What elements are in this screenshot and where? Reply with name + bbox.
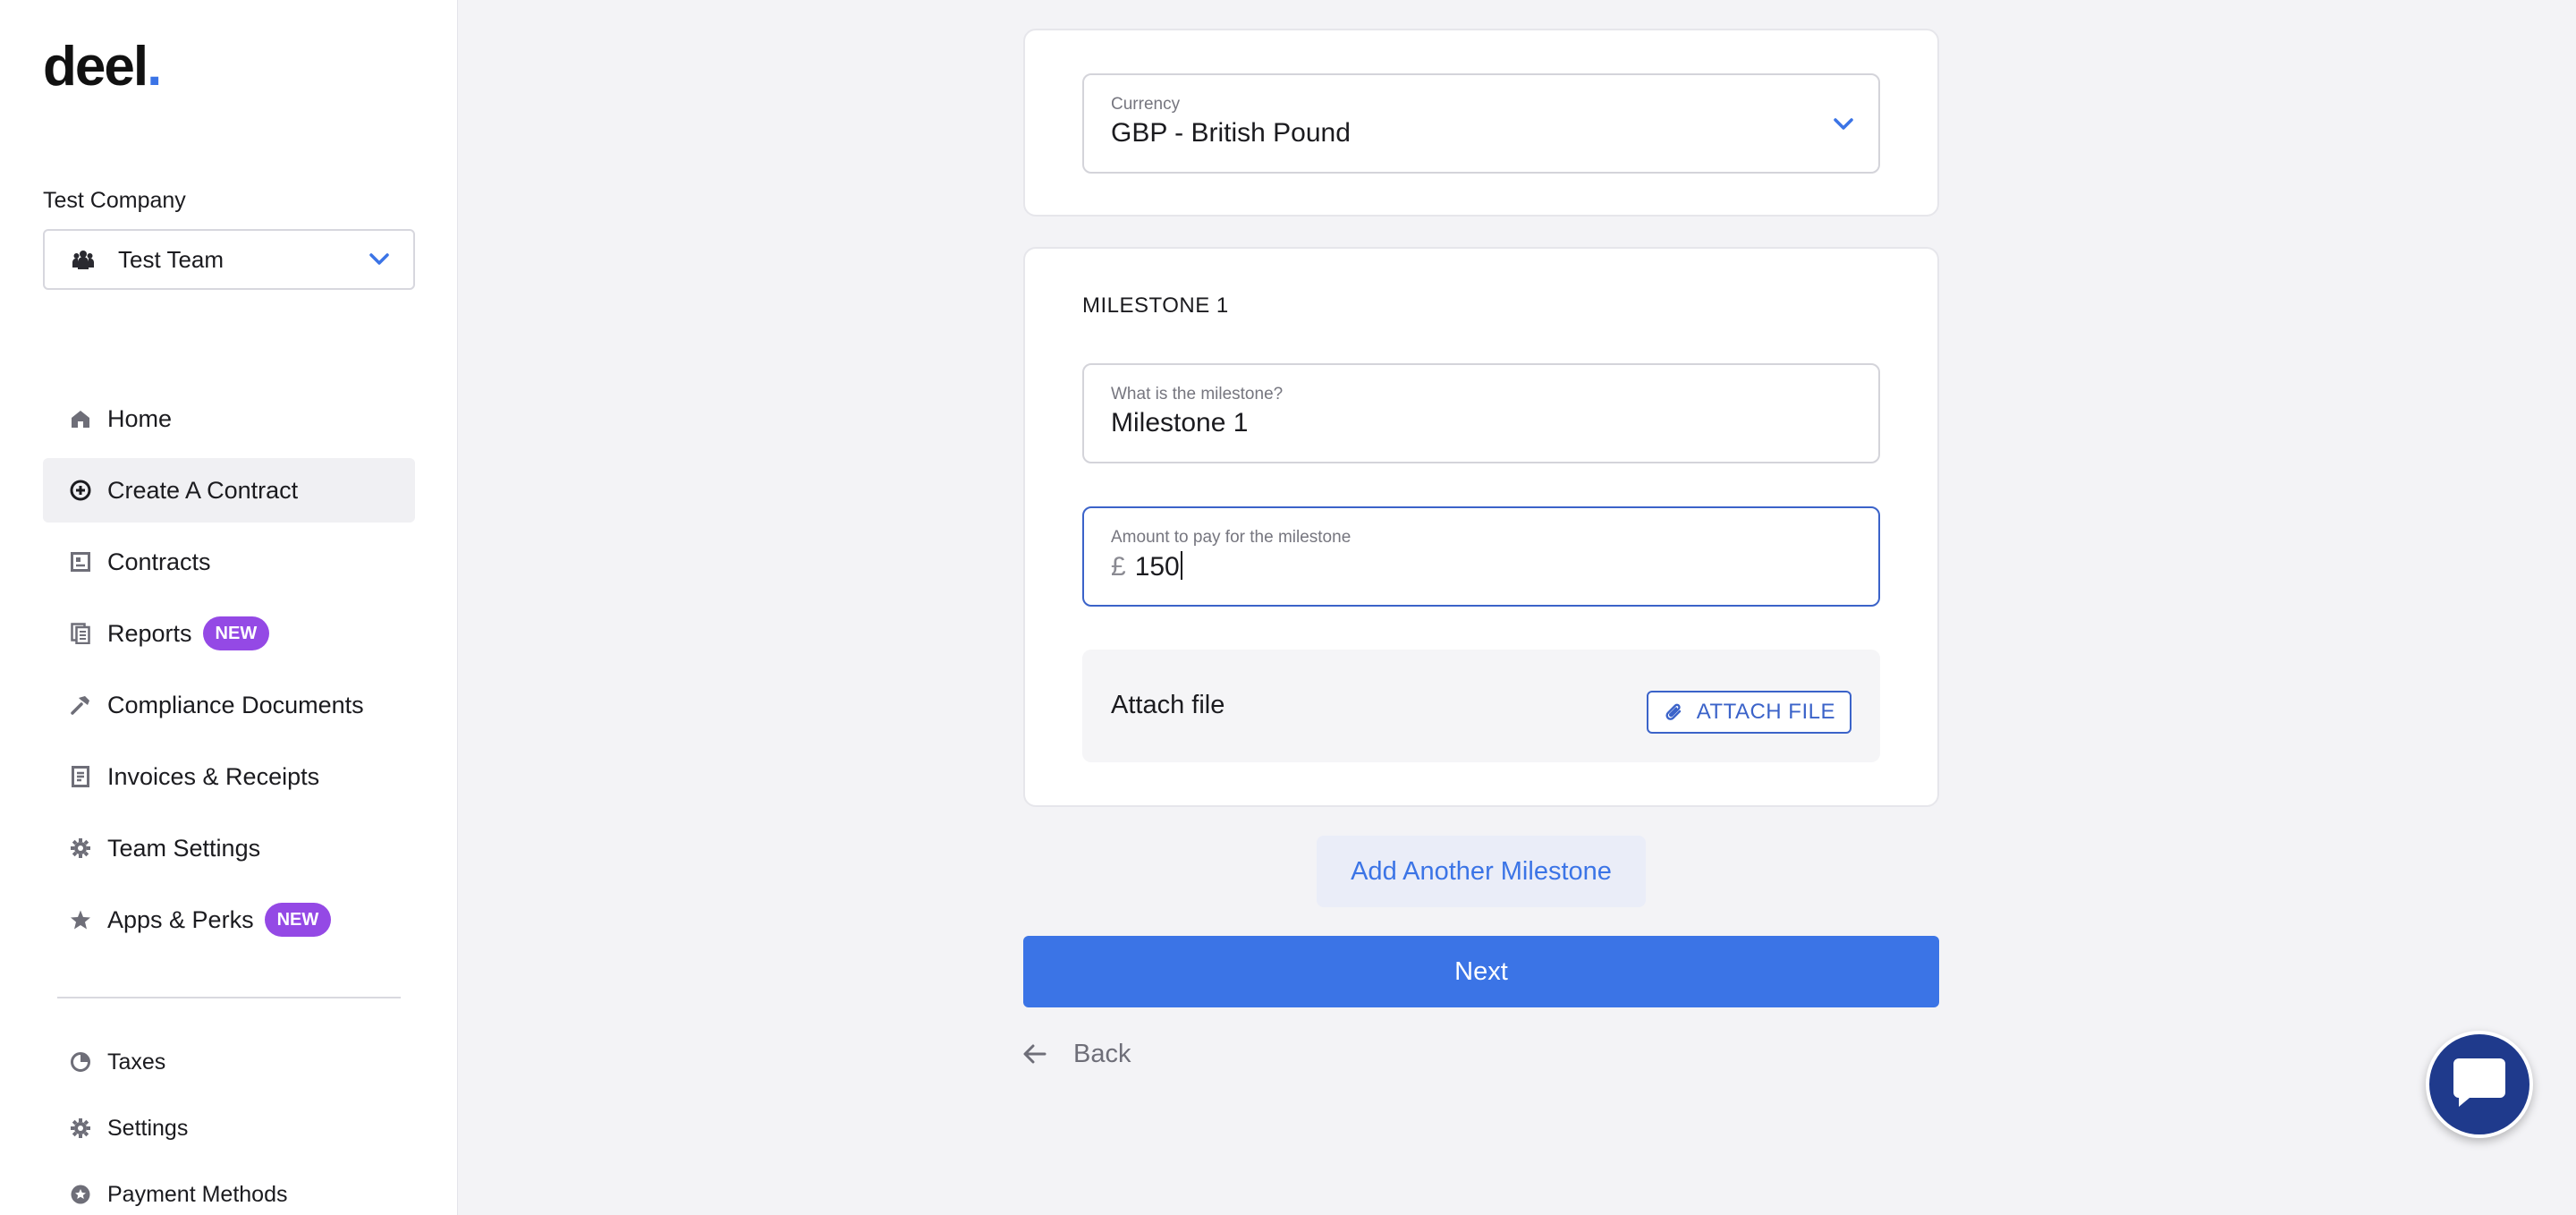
sidebar-item-label: Invoices & Receipts [107, 762, 320, 790]
chevron-down-icon [367, 247, 392, 272]
paperclip-icon [1665, 701, 1684, 723]
back-label: Back [1073, 1039, 1131, 1068]
currency-label: Currency [1111, 95, 1181, 114]
sidebar-item-payment-methods[interactable]: Payment Methods [43, 1165, 415, 1215]
milestone-amount-label: Amount to pay for the milestone [1111, 528, 1352, 547]
milestone-name-value: Milestone 1 [1111, 408, 1249, 438]
sidebar-item-label: Apps & Perks [107, 905, 254, 933]
chat-bubble-icon [2452, 1057, 2507, 1113]
main-nav: Home Create A Contract Contracts Reports… [43, 387, 415, 959]
payment-icon [70, 1184, 91, 1205]
sidebar-item-label: Settings [107, 1115, 189, 1141]
sidebar-item-label: Create A Contract [107, 476, 299, 504]
sidebar: deel. Test Company Test Team Home Create… [0, 0, 458, 1215]
secondary-nav: Taxes Settings Payment Methods [43, 1032, 415, 1215]
milestone-name-input[interactable]: What is the milestone? Milestone 1 [1082, 363, 1880, 463]
milestone-amount-value: 150 [1134, 552, 1180, 582]
text-cursor [1180, 551, 1182, 580]
sidebar-item-reports[interactable]: Reports NEW [43, 601, 415, 666]
sidebar-item-label: Team Settings [107, 834, 261, 862]
team-select-value: Test Team [118, 245, 225, 273]
currency-value: GBP - British Pound [1111, 118, 1351, 148]
attach-file-button[interactable]: ATTACH FILE [1646, 691, 1852, 734]
company-label: Test Company [43, 188, 186, 213]
new-badge: NEW [264, 903, 332, 937]
plus-circle-icon [70, 480, 91, 501]
chat-button[interactable] [2426, 1031, 2533, 1138]
sidebar-item-label: Payment Methods [107, 1181, 288, 1207]
sidebar-item-invoices[interactable]: Invoices & Receipts [43, 744, 415, 809]
sidebar-item-label: Home [107, 404, 173, 432]
milestone-name-label: What is the milestone? [1111, 385, 1284, 404]
hammer-icon [70, 694, 91, 716]
sidebar-item-label: Compliance Documents [107, 691, 364, 718]
sidebar-item-taxes[interactable]: Taxes [43, 1032, 415, 1092]
sidebar-item-label: Contracts [107, 548, 211, 575]
star-icon [70, 909, 91, 930]
attach-file-box: Attach file ATTACH FILE [1082, 650, 1880, 762]
chevron-down-icon [1830, 111, 1857, 138]
team-icon [70, 246, 97, 273]
attach-file-button-label: ATTACH FILE [1696, 700, 1835, 724]
next-button[interactable]: Next [1023, 936, 1939, 1007]
home-icon [70, 408, 91, 429]
new-badge: NEW [202, 616, 270, 650]
sidebar-item-settings[interactable]: Settings [43, 1099, 415, 1158]
sidebar-item-apps-perks[interactable]: Apps & Perks NEW [43, 888, 415, 952]
sidebar-item-team-settings[interactable]: Team Settings [43, 816, 415, 880]
sidebar-item-create-contract[interactable]: Create A Contract [43, 458, 415, 523]
add-milestone-button[interactable]: Add Another Milestone [1317, 836, 1646, 907]
sidebar-divider [57, 997, 401, 998]
sidebar-item-home[interactable]: Home [43, 387, 415, 451]
invoice-icon [70, 766, 91, 787]
team-select[interactable]: Test Team [43, 229, 415, 290]
currency-card: Currency GBP - British Pound [1023, 29, 1939, 217]
gear-icon [70, 1117, 91, 1139]
milestone-amount-value-wrap: £150 [1111, 551, 1182, 582]
gear-icon [70, 837, 91, 859]
arrow-left-icon [1023, 1044, 1046, 1064]
reports-icon [70, 623, 91, 644]
milestone-card: MILESTONE 1 What is the milestone? Miles… [1023, 247, 1939, 807]
currency-select[interactable]: Currency GBP - British Pound [1082, 73, 1880, 174]
back-link[interactable]: Back [1023, 1036, 1131, 1072]
pie-chart-icon [70, 1051, 91, 1073]
sidebar-item-compliance[interactable]: Compliance Documents [43, 673, 415, 737]
sidebar-item-label: Reports [107, 619, 192, 647]
contracts-icon [70, 551, 91, 573]
deel-logo[interactable]: deel. [43, 36, 162, 98]
milestone-title: MILESTONE 1 [1082, 293, 1229, 318]
attach-file-label: Attach file [1111, 691, 1225, 719]
sidebar-item-contracts[interactable]: Contracts [43, 530, 415, 594]
milestone-amount-input[interactable]: Amount to pay for the milestone £150 [1082, 506, 1880, 607]
sidebar-item-label: Taxes [107, 1049, 166, 1075]
currency-symbol: £ [1111, 552, 1126, 582]
